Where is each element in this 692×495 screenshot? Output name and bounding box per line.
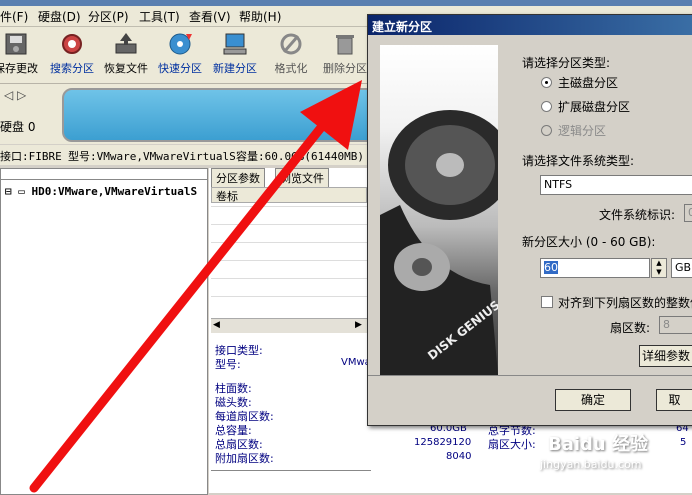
red-annotation-arrow — [29, 80, 362, 493]
baidu-watermark: Baidu 经验 — [548, 434, 649, 455]
baidu-watermark-url: jingyan.baidu.com — [540, 458, 642, 471]
